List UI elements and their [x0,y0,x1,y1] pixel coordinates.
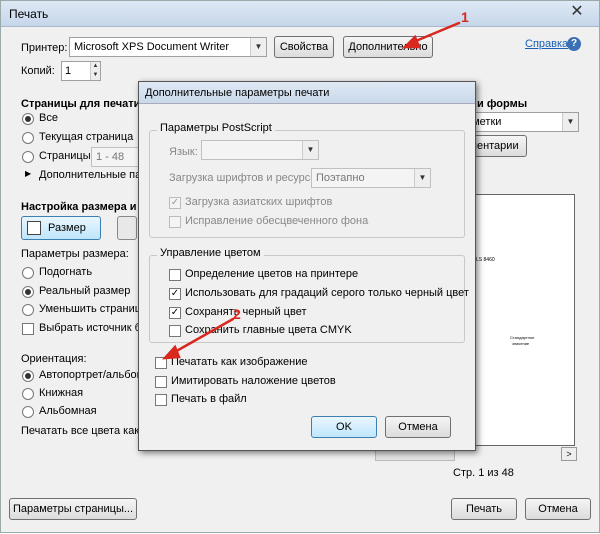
annotation-marker-2: 2 [233,306,241,322]
annotation-arrows [161,21,461,360]
arrow-line-2 [171,317,235,355]
arrow-head-1 [401,34,421,49]
arrow-line-1 [409,21,461,45]
arrow-head-2 [161,344,181,360]
print-window: Печать ✕ Принтер: Microsoft XPS Document… [0,0,600,533]
annotation-marker-1: 1 [461,9,469,25]
